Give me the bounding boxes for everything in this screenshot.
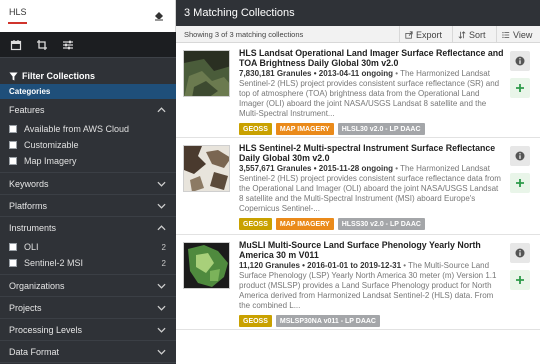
checkbox[interactable] xyxy=(9,157,17,165)
feature-aws-cloud[interactable]: Available from AWS Cloud xyxy=(0,121,176,137)
collection-thumbnail xyxy=(183,145,230,192)
checkbox[interactable] xyxy=(9,259,17,267)
export-button[interactable]: Export xyxy=(399,26,449,43)
sidebar-toolbar xyxy=(0,32,176,58)
tag-map-imagery: MAP IMAGERY xyxy=(275,218,334,230)
results-panel: 3 Matching Collections Showing 3 of 3 ma… xyxy=(176,0,540,364)
checkbox[interactable] xyxy=(9,141,17,149)
tag-geoss: GEOSS xyxy=(239,123,272,135)
search-underline xyxy=(8,22,27,24)
collection-info-button[interactable] xyxy=(510,51,530,71)
add-collection-button[interactable] xyxy=(510,270,530,290)
chevron-down-icon xyxy=(157,283,166,289)
section-features[interactable]: Features xyxy=(0,99,176,121)
sort-button[interactable]: Sort xyxy=(452,26,494,43)
sort-icon xyxy=(458,30,466,39)
results-title: 3 Matching Collections xyxy=(176,0,540,26)
plus-icon xyxy=(516,276,524,284)
collection-title[interactable]: HLS Sentinel-2 Multi-spectral Instrument… xyxy=(239,143,504,163)
checkbox[interactable] xyxy=(9,243,17,251)
tag-short-name: MSLSP30NA v011 - LP DAAC xyxy=(275,315,380,327)
spatial-crop-icon[interactable] xyxy=(36,39,48,51)
advanced-filters-icon[interactable] xyxy=(62,39,74,51)
add-collection-button[interactable] xyxy=(510,78,530,98)
chevron-up-icon xyxy=(157,225,166,231)
plus-icon xyxy=(516,179,524,187)
export-icon xyxy=(405,30,413,39)
section-platforms[interactable]: Platforms xyxy=(0,195,176,217)
chevron-down-icon xyxy=(157,203,166,209)
checkbox[interactable] xyxy=(9,125,17,133)
tag-geoss: GEOSS xyxy=(239,315,272,327)
results-toolbar: Showing 3 of 3 matching collections Expo… xyxy=(176,26,540,43)
instrument-oli[interactable]: OLI 2 xyxy=(0,239,176,255)
collection-thumbnail xyxy=(183,50,230,97)
info-icon xyxy=(515,151,525,161)
section-processing-levels[interactable]: Processing Levels xyxy=(0,319,176,341)
search-input[interactable] xyxy=(9,7,129,17)
filter-icon xyxy=(9,71,18,81)
results-count: Showing 3 of 3 matching collections xyxy=(184,30,304,39)
collection-info-button[interactable] xyxy=(510,146,530,166)
section-instruments[interactable]: Instruments xyxy=(0,217,176,239)
feature-customizable[interactable]: Customizable xyxy=(0,137,176,153)
collection-thumbnail xyxy=(183,242,230,289)
collection-card[interactable]: HLS Sentinel-2 Multi-spectral Instrument… xyxy=(176,138,540,235)
clear-search-icon[interactable] xyxy=(153,9,165,21)
collection-card[interactable]: MuSLI Multi-Source Land Surface Phenolog… xyxy=(176,235,540,330)
search-bar xyxy=(0,0,176,32)
categories-bar: Categories xyxy=(0,84,176,99)
add-collection-button[interactable] xyxy=(510,173,530,193)
calendar-icon[interactable] xyxy=(10,39,22,51)
feature-map-imagery[interactable]: Map Imagery xyxy=(0,153,176,169)
chevron-down-icon xyxy=(157,327,166,333)
tag-short-name: HLSS30 v2.0 - LP DAAC xyxy=(337,218,425,230)
tag-map-imagery: MAP IMAGERY xyxy=(275,123,334,135)
info-icon xyxy=(515,248,525,258)
chevron-up-icon xyxy=(157,107,166,113)
collection-description: 11,120 Granules • 2016-01-01 to 2019-12-… xyxy=(239,261,497,310)
chevron-down-icon xyxy=(157,305,166,311)
collection-description: 3,557,671 Granules • 2015-11-28 ongoing … xyxy=(239,164,501,213)
collection-title[interactable]: HLS Landsat Operational Land Imager Surf… xyxy=(239,48,504,68)
filter-collections-heading: Filter Collections xyxy=(0,68,176,84)
info-icon xyxy=(515,56,525,66)
collection-title[interactable]: MuSLI Multi-Source Land Surface Phenolog… xyxy=(239,240,504,260)
tag-geoss: GEOSS xyxy=(239,218,272,230)
tag-short-name: HLSL30 v2.0 - LP DAAC xyxy=(337,123,425,135)
sidebar: Filter Collections Categories Features A… xyxy=(0,0,176,364)
section-projects[interactable]: Projects xyxy=(0,297,176,319)
section-organizations[interactable]: Organizations xyxy=(0,275,176,297)
plus-icon xyxy=(516,84,524,92)
collection-card[interactable]: HLS Landsat Operational Land Imager Surf… xyxy=(176,43,540,138)
list-view-icon xyxy=(502,31,510,38)
chevron-down-icon xyxy=(157,349,166,355)
collection-description: 7,830,181 Granules • 2013-04-11 ongoing … xyxy=(239,69,500,118)
chevron-down-icon xyxy=(157,181,166,187)
section-data-format[interactable]: Data Format xyxy=(0,341,176,363)
instrument-sentinel-2-msi[interactable]: Sentinel-2 MSI 2 xyxy=(0,255,176,271)
view-button[interactable]: View xyxy=(496,26,540,43)
collection-info-button[interactable] xyxy=(510,243,530,263)
section-keywords[interactable]: Keywords xyxy=(0,173,176,195)
